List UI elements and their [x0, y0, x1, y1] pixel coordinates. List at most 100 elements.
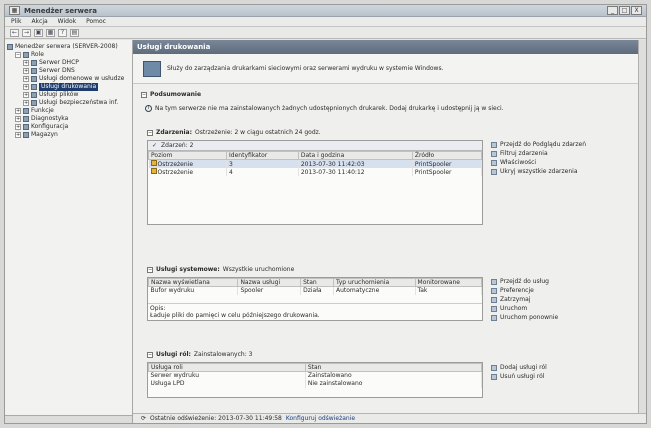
expand-toggle[interactable]: + [15, 116, 21, 122]
table-cell: Ostrzeżenie [148, 159, 228, 168]
tree-node[interactable]: + Usługi bezpieczeństwa inf. [7, 99, 130, 107]
window-controls: _ □ X [607, 6, 642, 15]
events-section: − Zdarzenia: Ostrzeżenie: 2 w ciągu osta… [147, 128, 483, 228]
expand-toggle[interactable]: + [23, 76, 29, 82]
tree-node[interactable]: + Funkcje [7, 107, 130, 115]
back-button[interactable]: ← [10, 28, 19, 37]
server-manager-window: ▦ Menedżer serwera _ □ X Plik Akcja Wido… [4, 4, 647, 424]
tree-node[interactable]: + Usługi drukowania [7, 83, 130, 91]
tree-node[interactable]: + Konfiguracja [7, 123, 130, 131]
maximize-button[interactable]: □ [619, 6, 630, 15]
expand-toggle[interactable]: + [23, 60, 29, 66]
tree-node[interactable]: + Diagnostyka [7, 115, 130, 123]
tree-node-label: Menedżer serwera (SERVER-2008) [15, 43, 118, 50]
column-header[interactable]: Źródło [411, 151, 483, 160]
column-header[interactable]: Typ uruchomienia [332, 278, 416, 287]
cell-text: Nie zainstalowano [307, 380, 363, 387]
tree-node-icon [23, 108, 29, 114]
table-row[interactable]: Ostrzeżenie 4 2013-07-30 11:40:12 PrintSpoo… [148, 168, 483, 176]
main-pane: Usługi drukowania Służy do zarządzania d… [133, 40, 646, 423]
task-link[interactable]: Ukryj wszystkie zdarzenia [491, 167, 641, 176]
tree-node-label: Usługi plików [39, 91, 79, 98]
expand-toggle[interactable]: + [15, 132, 21, 138]
column-header[interactable]: Nazwa usługi [237, 278, 302, 287]
menu-pomoc[interactable]: Pomoc [86, 18, 106, 25]
task-link[interactable]: Uruchom ponownie [491, 313, 641, 322]
task-link[interactable]: Preferencje [491, 286, 641, 295]
collapse-toggle[interactable]: − [147, 351, 153, 358]
expand-toggle[interactable]: + [15, 108, 21, 114]
pane-header: Usługi drukowania [133, 40, 646, 54]
task-link[interactable]: Usuń usługi ról [491, 372, 641, 381]
tree-node[interactable]: + Magazyn [7, 131, 130, 139]
task-link[interactable]: Przejdź do usług [491, 277, 641, 286]
expand-toggle[interactable]: + [15, 124, 21, 130]
tree-node-icon [31, 100, 37, 106]
tree-node-icon [23, 116, 29, 122]
collapse-toggle[interactable]: − [147, 129, 153, 136]
menu-plik[interactable]: Plik [11, 18, 21, 25]
collapse-toggle[interactable]: − [141, 91, 147, 98]
task-link[interactable]: Przejdź do Podglądu zdarzeń [491, 140, 641, 149]
column-header[interactable]: Stan [300, 278, 334, 287]
table-cell: Nie zainstalowano [305, 379, 483, 388]
task-link[interactable]: Filtruj zdarzenia [491, 149, 641, 158]
column-header[interactable]: Identyfikator [226, 151, 299, 160]
tree-horizontal-scrollbar[interactable] [5, 415, 132, 423]
tree-node[interactable]: + Usługi domenowe w usłudze [7, 75, 130, 83]
task-link[interactable]: Właściwości [491, 158, 641, 167]
table-row[interactable]: Serwer wydruku Zainstalowano [148, 371, 483, 380]
description-text: Służy do zarządzania drukarkami sieciowy… [167, 65, 444, 72]
column-header[interactable]: Usługa roli [148, 363, 306, 372]
cell-text: Ostrzeżenie [157, 161, 194, 168]
up-button[interactable]: ▣ [34, 28, 43, 37]
tree-node[interactable]: Menedżer serwera (SERVER-2008) [7, 43, 130, 51]
table-cell: 3 [226, 159, 299, 168]
column-header[interactable]: Stan [304, 363, 483, 372]
table-row[interactable]: Ostrzeżenie 3 2013-07-30 11:42:03 PrintSpoo… [148, 159, 483, 168]
help-button[interactable]: ? [58, 28, 67, 37]
task-link[interactable]: Uruchom [491, 304, 641, 313]
task-link[interactable]: Dodaj usługi ról [491, 363, 641, 372]
cell-text: 3 [229, 160, 233, 168]
expand-toggle[interactable]: + [23, 92, 29, 98]
refresh-icon: ⟳ [141, 415, 147, 422]
tree-node[interactable]: + Usługi plików [7, 91, 130, 99]
close-button[interactable]: X [631, 6, 642, 15]
properties-button[interactable]: ▤ [70, 28, 79, 37]
table-cell: PrintSpooler [412, 168, 483, 176]
menu-widok[interactable]: Widok [58, 18, 76, 25]
cell-text: Serwer wydruku [150, 372, 200, 380]
tree-node[interactable]: − Role [7, 51, 130, 59]
tree-node[interactable]: + Serwer DNS [7, 67, 130, 75]
table-cell: Działa [300, 286, 334, 295]
expand-toggle[interactable]: + [23, 84, 29, 90]
tree-node-icon [23, 52, 29, 58]
expand-toggle[interactable]: − [15, 52, 21, 58]
tree-node-icon [23, 132, 29, 138]
column-header[interactable]: Nazwa wyświetlana [147, 278, 239, 287]
menu-akcja[interactable]: Akcja [31, 18, 47, 25]
tree-node[interactable]: + Serwer DHCP [7, 59, 130, 67]
show-hide-tree-button[interactable]: ▦ [46, 28, 55, 37]
collapse-toggle[interactable]: − [147, 266, 153, 273]
column-header[interactable]: Monitorowane [414, 278, 483, 287]
events-tasks: Przejdź do Podglądu zdarzeń Filtruj zdarz… [491, 140, 641, 176]
minimize-button[interactable]: _ [607, 6, 618, 15]
task-link[interactable]: Zatrzymaj [491, 295, 641, 304]
cell-text: Ostrzeżenie [157, 169, 194, 176]
expand-toggle[interactable]: + [23, 68, 29, 74]
task-icon [491, 373, 497, 380]
table-row[interactable]: Usługa LPD Nie zainstalowano [148, 379, 483, 388]
services-tasks: Przejdź do usług Preferencje Zatrzymaj Uruc… [491, 277, 641, 322]
summary-title: Podsumowanie [150, 91, 202, 98]
forward-button[interactable]: → [22, 28, 31, 37]
column-header[interactable]: Poziom [147, 151, 228, 160]
cell-text: Tak [417, 287, 428, 295]
configure-refresh-link[interactable]: Konfiguruj odświeżanie [286, 415, 355, 422]
table-row[interactable]: Bufor wydruku Spooler Działa Automatyczne Ta… [148, 286, 483, 295]
main-vertical-scrollbar[interactable] [638, 40, 646, 413]
expand-toggle[interactable]: + [23, 100, 29, 106]
role-services-table: Usługa roli Stan Serwer wydruku Zainstalow… [148, 363, 483, 388]
column-header[interactable]: Data i godzina [297, 151, 413, 160]
